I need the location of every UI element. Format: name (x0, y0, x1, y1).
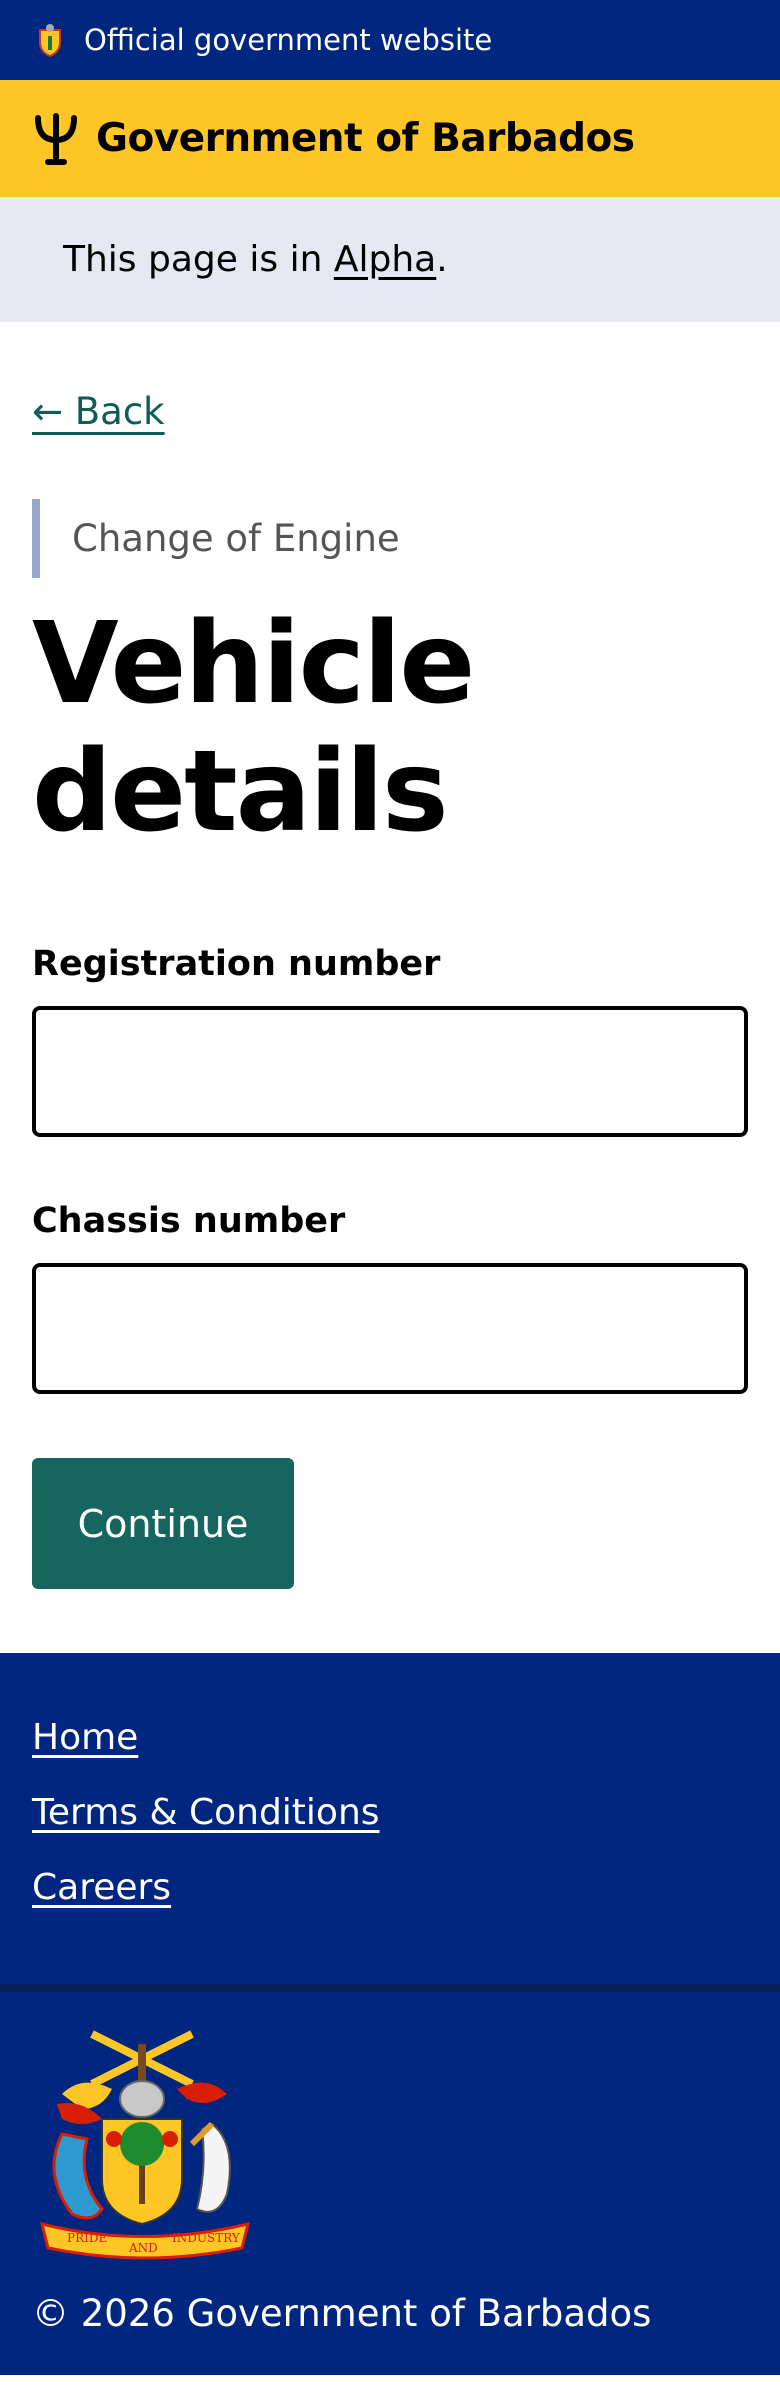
footer-link-home[interactable]: Home (32, 1717, 138, 1758)
registration-field-group: Registration number (32, 944, 748, 1137)
motto-mid: AND (128, 2241, 158, 2255)
footer-link-terms[interactable]: Terms & Conditions (32, 1792, 380, 1833)
site-title[interactable]: Government of Barbados (96, 116, 635, 161)
official-site-bar: Official government website (0, 0, 780, 80)
page-title: Vehicle details (32, 599, 475, 857)
motto-left: PRIDE (67, 2231, 107, 2245)
phase-alpha-link[interactable]: Alpha (334, 239, 436, 280)
site-header: Government of Barbados (0, 80, 780, 197)
main-content: ← Back Change of Engine Vehicle details … (0, 322, 780, 1589)
back-link[interactable]: ← Back (32, 390, 165, 433)
phase-banner: This page is in Alpha. (0, 197, 780, 322)
barbados-crest-icon (39, 24, 61, 58)
trident-icon (35, 112, 77, 165)
copyright-text: © 2026 Government of Barbados (32, 2292, 652, 2335)
registration-label: Registration number (32, 944, 441, 984)
phase-banner-prefix: This page is in (63, 239, 323, 280)
footer-bottom: PRIDE AND INDUSTRY © 2026 Government of … (0, 1992, 780, 2375)
chassis-field-group: Chassis number (32, 1201, 748, 1394)
footer-links: Home Terms & Conditions Careers (0, 1653, 780, 1992)
registration-input[interactable] (32, 1006, 748, 1137)
official-site-text: Official government website (84, 23, 493, 57)
footer-link-item: Terms & Conditions (32, 1792, 748, 1833)
site-footer: Home Terms & Conditions Careers PRIDE AN… (0, 1653, 780, 2375)
footer-link-item: Home (32, 1717, 748, 1758)
phase-banner-suffix: . (436, 239, 448, 280)
service-caption: Change of Engine (32, 499, 748, 578)
chassis-input[interactable] (32, 1263, 748, 1394)
motto-right: INDUSTRY (172, 2231, 241, 2245)
footer-link-item: Careers (32, 1867, 748, 1908)
footer-link-careers[interactable]: Careers (32, 1867, 171, 1908)
chassis-label: Chassis number (32, 1201, 346, 1241)
coat-of-arms-icon: PRIDE AND INDUSTRY (39, 2030, 251, 2260)
continue-button[interactable]: Continue (32, 1458, 294, 1589)
